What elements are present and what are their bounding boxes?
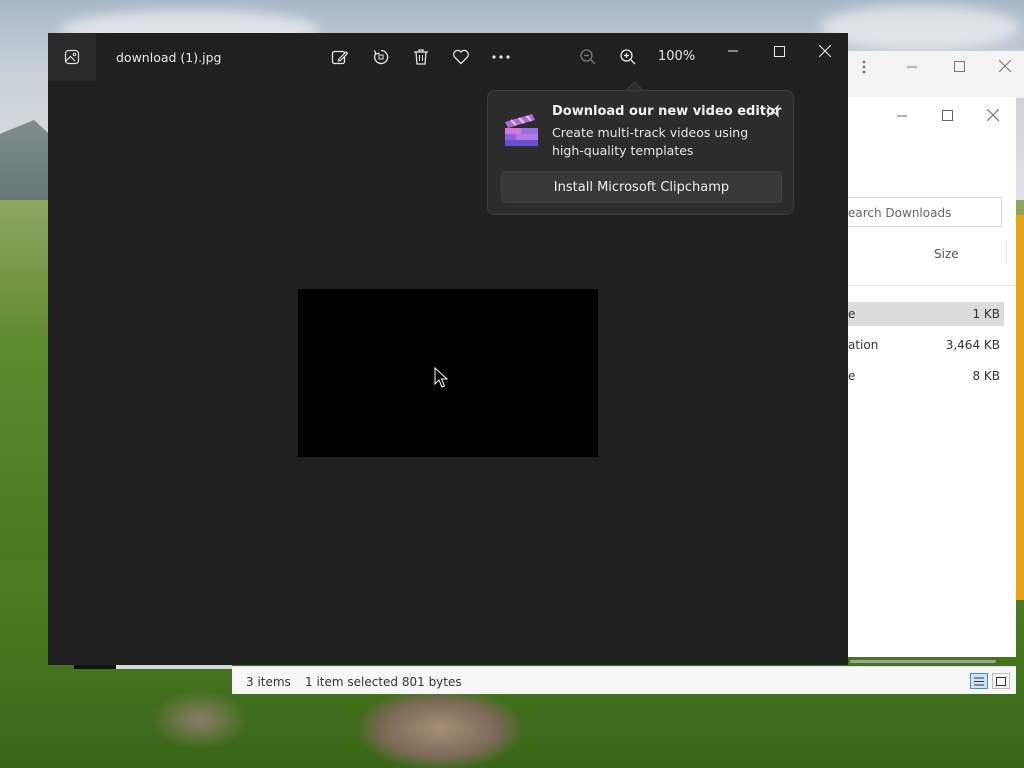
more-options-icon[interactable]	[489, 45, 513, 69]
explorer-minimize-button[interactable]	[890, 104, 914, 128]
file-title: download (1).jpg	[116, 50, 222, 65]
edit-image-icon[interactable]	[328, 45, 352, 69]
header-divider	[848, 285, 1016, 286]
column-divider[interactable]	[1006, 240, 1007, 264]
mouse-cursor-icon	[434, 366, 449, 393]
details-view-button[interactable]	[970, 673, 988, 689]
explorer-close-button[interactable]	[981, 103, 1005, 127]
search-placeholder: earch Downloads	[848, 206, 952, 220]
status-item-count: 3 items	[246, 675, 291, 689]
minimize-button[interactable]	[710, 37, 756, 65]
explorer-status-bar: 3 items 1 item selected 801 bytes	[232, 666, 1016, 694]
clipchamp-icon	[502, 111, 540, 149]
explorer-horizontal-scrollbar[interactable]	[850, 660, 996, 663]
viewer-scroll-thumb[interactable]	[116, 665, 232, 669]
explorer-back-maximize-button[interactable]	[947, 54, 971, 78]
file-row-name: e	[848, 369, 856, 383]
explorer-back-window[interactable]	[848, 50, 1024, 98]
delete-icon[interactable]	[409, 45, 433, 69]
popup-body: Create multi-track videos using high-qua…	[552, 125, 749, 158]
wallpaper-rocks	[360, 690, 520, 768]
maximize-button[interactable]	[756, 37, 802, 65]
file-row[interactable]: e 1 KB	[848, 302, 1004, 326]
file-row-name: ation	[848, 338, 879, 352]
viewer-scroll-track	[74, 665, 116, 669]
zoom-in-icon[interactable]	[616, 45, 640, 69]
file-row[interactable]: ation 3,464 KB	[848, 333, 1004, 357]
explorer-back-more-icon[interactable]	[852, 55, 876, 79]
explorer-maximize-button[interactable]	[935, 103, 959, 127]
popup-title: Download our new video editor	[552, 104, 782, 119]
clipchamp-promo-popup: Download our new video editor Create mul…	[487, 90, 794, 215]
file-row-size: 8 KB	[972, 369, 1000, 383]
popup-close-icon[interactable]	[763, 101, 783, 121]
zoom-level[interactable]: 100%	[658, 49, 695, 64]
tiles-view-button[interactable]	[992, 673, 1010, 689]
status-selection: 1 item selected 801 bytes	[305, 675, 462, 689]
close-button[interactable]	[802, 37, 848, 65]
rotate-icon[interactable]	[369, 45, 393, 69]
file-row-size: 3,464 KB	[945, 338, 1000, 352]
file-row-name: e	[848, 307, 856, 321]
zoom-out-icon[interactable]	[576, 45, 600, 69]
explorer-back-close-button[interactable]	[993, 54, 1017, 78]
search-input[interactable]: earch Downloads	[848, 197, 1002, 227]
wallpaper-rocks	[150, 690, 250, 750]
explorer-back-minimize-button[interactable]	[900, 55, 924, 79]
file-row[interactable]: e 8 KB	[848, 364, 1004, 388]
viewer-title-bar: download (1).jpg 100%	[48, 33, 848, 81]
install-clipchamp-button[interactable]: Install Microsoft Clipchamp	[501, 171, 782, 203]
wallpaper-cloud	[820, 5, 1020, 50]
displayed-image[interactable]	[298, 289, 598, 457]
explorer-accent-bar	[1016, 215, 1024, 600]
column-header-size[interactable]: Size	[934, 247, 959, 261]
heart-icon[interactable]	[449, 45, 473, 69]
file-row-size: 1 KB	[972, 307, 1000, 321]
photos-app-icon	[48, 33, 96, 81]
